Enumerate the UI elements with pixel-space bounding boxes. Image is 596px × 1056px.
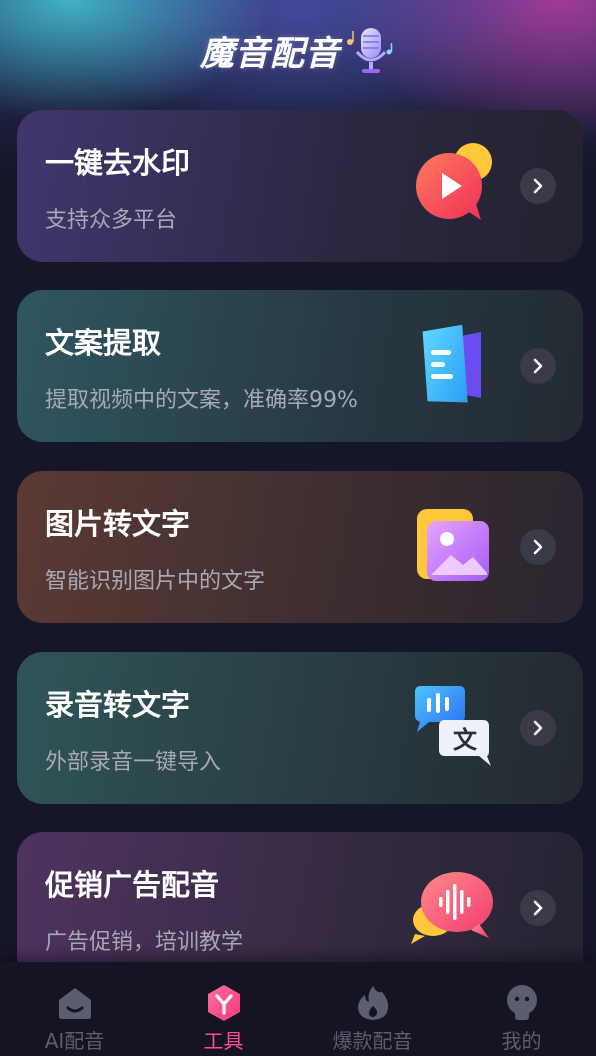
card-arrow-button[interactable] [520, 710, 556, 746]
document-icon [422, 324, 481, 403]
app-header: 魔音配音 [0, 18, 596, 82]
flame-icon [357, 986, 388, 1020]
card-subtitle: 支持众多平台 [45, 208, 178, 233]
card-recording-to-text[interactable]: 录音转文字 外部录音一键导入 文 [17, 652, 583, 804]
tab-label: AI配音 [44, 1029, 105, 1053]
play-bubble-icon [416, 143, 492, 220]
card-copy-extraction[interactable]: 文案提取 提取视频中的文案，准确率99% [17, 290, 583, 442]
card-subtitle: 智能识别图片中的文字 [45, 569, 266, 594]
bottom-tab-bar: AI配音 工具 爆款配音 我的 [0, 962, 596, 1056]
card-arrow-button[interactable] [520, 529, 556, 565]
chevron-right-icon [533, 358, 543, 374]
app-title: 魔音配音 [200, 33, 340, 74]
chevron-right-icon [533, 720, 543, 736]
card-arrow-button[interactable] [520, 890, 556, 926]
chevron-right-icon [533, 900, 543, 916]
card-remove-watermark[interactable]: 一键去水印 支持众多平台 [17, 110, 583, 262]
card-subtitle: 外部录音一键导入 [45, 750, 222, 775]
tab-label: 工具 [203, 1029, 244, 1053]
card-image-to-text[interactable]: 图片转文字 智能识别图片中的文字 [17, 471, 583, 623]
sound-wave-bubble-icon [411, 872, 493, 944]
svg-text:文: 文 [453, 726, 478, 754]
card-arrow-button[interactable] [520, 348, 556, 384]
tab-label: 爆款配音 [332, 1029, 413, 1053]
profile-icon [506, 985, 537, 1020]
card-subtitle: 提取视频中的文案，准确率99% [45, 388, 358, 413]
card-arrow-button[interactable] [520, 168, 556, 204]
chevron-right-icon [533, 178, 543, 194]
card-title: 一键去水印 [45, 146, 191, 180]
chevron-right-icon [533, 539, 543, 555]
card-title: 图片转文字 [45, 507, 191, 541]
tab-tools[interactable]: 工具 [149, 962, 298, 1056]
card-title: 录音转文字 [45, 688, 191, 722]
tools-screen: 魔音配音 一键去水印 支持众多平台 文案提取 提取视频中的文案，准确率99% 图… [0, 0, 596, 1056]
home-icon [58, 988, 91, 1019]
tab-hot-dubbing[interactable]: 爆款配音 [298, 962, 447, 1056]
image-icon [417, 509, 489, 581]
tab-ai-dubbing[interactable]: AI配音 [0, 962, 149, 1056]
card-title: 文案提取 [45, 326, 162, 360]
tab-label: 我的 [501, 1029, 542, 1053]
card-subtitle: 广告促销，培训教学 [45, 930, 244, 955]
tools-icon [207, 985, 240, 1021]
card-title: 促销广告配音 [45, 868, 220, 902]
microphone-icon [347, 28, 393, 73]
tab-profile[interactable]: 我的 [447, 962, 596, 1056]
speech-to-text-icon: 文 [415, 686, 491, 766]
